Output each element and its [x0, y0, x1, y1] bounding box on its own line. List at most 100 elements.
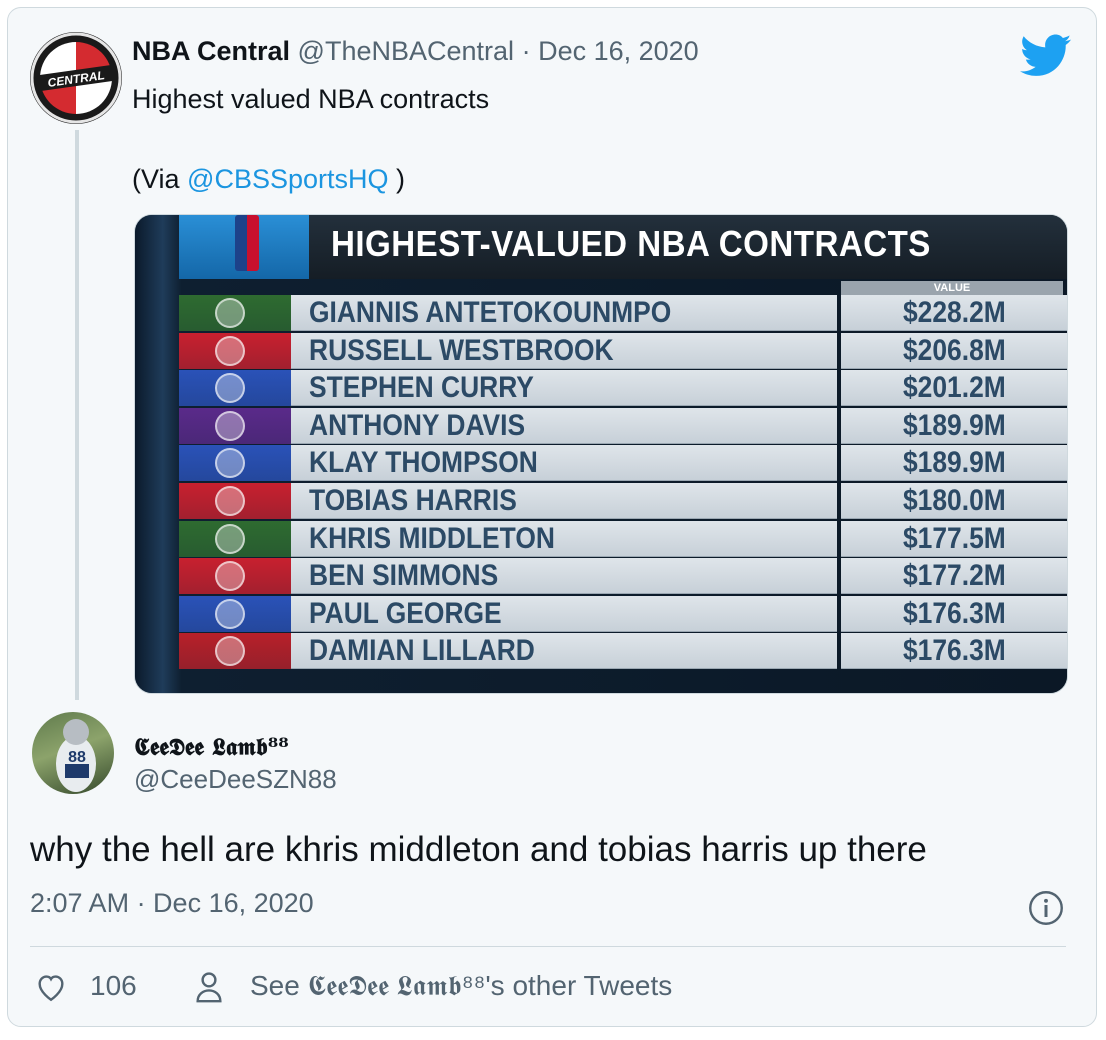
tweet-date[interactable]: Dec 16, 2020: [538, 36, 699, 66]
player-name: RUSSELL WESTBROOK: [291, 332, 837, 369]
player-name: GIANNIS ANTETOKOUNMPO: [291, 295, 837, 331]
contract-value: $176.3M: [841, 595, 1067, 632]
player-name-text: GIANNIS ANTETOKOUNMPO: [309, 296, 672, 329]
author-name[interactable]: NBA Central: [132, 36, 290, 66]
contract-value: $177.2M: [841, 558, 1067, 595]
see-other-tweets-link[interactable]: See 𝕮𝖊𝖊𝕯𝖊𝖊 𝕷𝖆𝖒𝖇⁸⁸'s other Tweets: [250, 970, 672, 1003]
team-logo-cell: [179, 483, 291, 519]
contract-value-text: $201.2M: [903, 371, 1006, 405]
table-row: KHRIS MIDDLETON $177.5M: [179, 520, 1067, 557]
tweet-media-image[interactable]: HIGHEST-VALUED NBA CONTRACTS VALUE GIANN…: [134, 214, 1068, 694]
contract-value: $189.9M: [841, 407, 1067, 444]
table-row: GIANNIS ANTETOKOUNMPO $228.2M: [179, 295, 1067, 331]
contract-value: $206.8M: [841, 332, 1067, 369]
table-row: TOBIAS HARRIS $180.0M: [179, 483, 1067, 519]
team-logo-icon: [215, 373, 245, 404]
contract-value-text: $189.9M: [903, 446, 1006, 480]
via-prefix: (Via: [132, 164, 188, 194]
value-header-label: VALUE: [933, 282, 971, 294]
team-logo-icon: [215, 448, 245, 479]
team-logo-icon: [215, 636, 245, 667]
player-name: BEN SIMMONS: [291, 558, 837, 595]
player-name-text: PAUL GEORGE: [309, 596, 502, 630]
team-logo-icon: [215, 410, 245, 441]
player-name-text: DAMIAN LILLARD: [309, 634, 535, 668]
tweet-embed-card: CENTRAL NBA Central @TheNBACentral · Dec…: [7, 7, 1097, 1027]
thread-line: [75, 130, 79, 700]
contract-value-text: $189.9M: [903, 408, 1006, 442]
contract-value: $180.0M: [841, 483, 1067, 519]
team-logo-icon: [215, 486, 245, 516]
contract-value: $201.2M: [841, 370, 1067, 407]
contract-value-text: $177.2M: [903, 559, 1006, 593]
info-icon[interactable]: [1028, 890, 1064, 926]
player-name-text: BEN SIMMONS: [309, 559, 499, 593]
player-name-text: KLAY THOMPSON: [309, 446, 538, 480]
team-logo-cell: [179, 633, 291, 670]
table-row: ANTHONY DAVIS $189.9M: [179, 407, 1067, 444]
nba-central-avatar[interactable]: CENTRAL: [30, 32, 122, 124]
team-logo-cell: [179, 558, 291, 595]
heart-icon[interactable]: [34, 970, 68, 1004]
reply-text: why the hell are khris middleton and tob…: [30, 830, 927, 869]
svg-text:88: 88: [68, 749, 86, 766]
action-divider: [30, 946, 1066, 947]
team-logo-cell: [179, 295, 291, 331]
twitter-bird-icon[interactable]: [1020, 34, 1072, 78]
via-suffix: ): [388, 164, 405, 194]
player-name: DAMIAN LILLARD: [291, 633, 837, 670]
nba-logo-box: [179, 215, 309, 279]
tweet-via: (Via @CBSSportsHQ ): [132, 164, 405, 195]
user-icon: [196, 972, 222, 1003]
player-name: STEPHEN CURRY: [291, 370, 837, 407]
contract-value: $189.9M: [841, 445, 1067, 482]
value-column-header: VALUE: [841, 281, 1063, 295]
table-row: DAMIAN LILLARD $176.3M: [179, 633, 1067, 670]
reply-author-handle[interactable]: @CeeDeeSZN88: [134, 764, 337, 795]
team-logo-cell: [179, 445, 291, 482]
player-name-text: TOBIAS HARRIS: [309, 484, 517, 517]
table-row: STEPHEN CURRY $201.2M: [179, 370, 1067, 407]
contract-value: $176.3M: [841, 633, 1067, 670]
team-logo-cell: [179, 332, 291, 369]
player-name: PAUL GEORGE: [291, 595, 837, 632]
contract-value-text: $180.0M: [903, 484, 1006, 517]
contract-value-text: $176.3M: [903, 634, 1006, 668]
nba-logo-icon: [235, 215, 259, 271]
tweet-text: Highest valued NBA contracts: [132, 84, 490, 114]
team-logo-cell: [179, 407, 291, 444]
player-name: KLAY THOMPSON: [291, 445, 837, 482]
author-handle[interactable]: @TheNBACentral: [298, 36, 515, 66]
team-logo-icon: [215, 561, 245, 592]
player-name: KHRIS MIDDLETON: [291, 520, 837, 557]
ceedee-avatar[interactable]: 88: [32, 712, 114, 794]
meta-separator: ·: [521, 36, 531, 66]
reply-timestamp[interactable]: 2:07 AM · Dec 16, 2020: [30, 888, 314, 919]
player-name-text: ANTHONY DAVIS: [309, 408, 526, 442]
contract-value-text: $176.3M: [903, 596, 1006, 630]
contract-value: $228.2M: [841, 295, 1067, 331]
via-mention-link[interactable]: @CBSSportsHQ: [187, 164, 388, 194]
contract-value-text: $206.8M: [903, 333, 1006, 367]
chart-title: HIGHEST-VALUED NBA CONTRACTS: [331, 223, 931, 264]
player-name: TOBIAS HARRIS: [291, 483, 837, 519]
table-row: RUSSELL WESTBROOK $206.8M: [179, 332, 1067, 369]
team-logo-cell: [179, 520, 291, 557]
team-logo-icon: [215, 523, 245, 554]
table-row: PAUL GEORGE $176.3M: [179, 595, 1067, 632]
table-row: BEN SIMMONS $177.2M: [179, 558, 1067, 595]
player-name-text: KHRIS MIDDLETON: [309, 521, 555, 555]
reply-author-name[interactable]: 𝕮𝖊𝖊𝕯𝖊𝖊 𝕷𝖆𝖒𝖇⁸⁸: [134, 732, 289, 761]
table-row: KLAY THOMPSON $189.9M: [179, 445, 1067, 482]
player-name: ANTHONY DAVIS: [291, 407, 837, 444]
team-logo-icon: [215, 335, 245, 366]
contract-value: $177.5M: [841, 520, 1067, 557]
player-name-text: STEPHEN CURRY: [309, 371, 534, 405]
like-count[interactable]: 106: [90, 970, 137, 1002]
team-logo-cell: [179, 370, 291, 407]
contract-value-text: $228.2M: [903, 296, 1006, 329]
team-logo-cell: [179, 595, 291, 632]
team-logo-icon: [215, 298, 245, 328]
team-logo-icon: [215, 598, 245, 629]
player-name-text: RUSSELL WESTBROOK: [309, 333, 614, 367]
